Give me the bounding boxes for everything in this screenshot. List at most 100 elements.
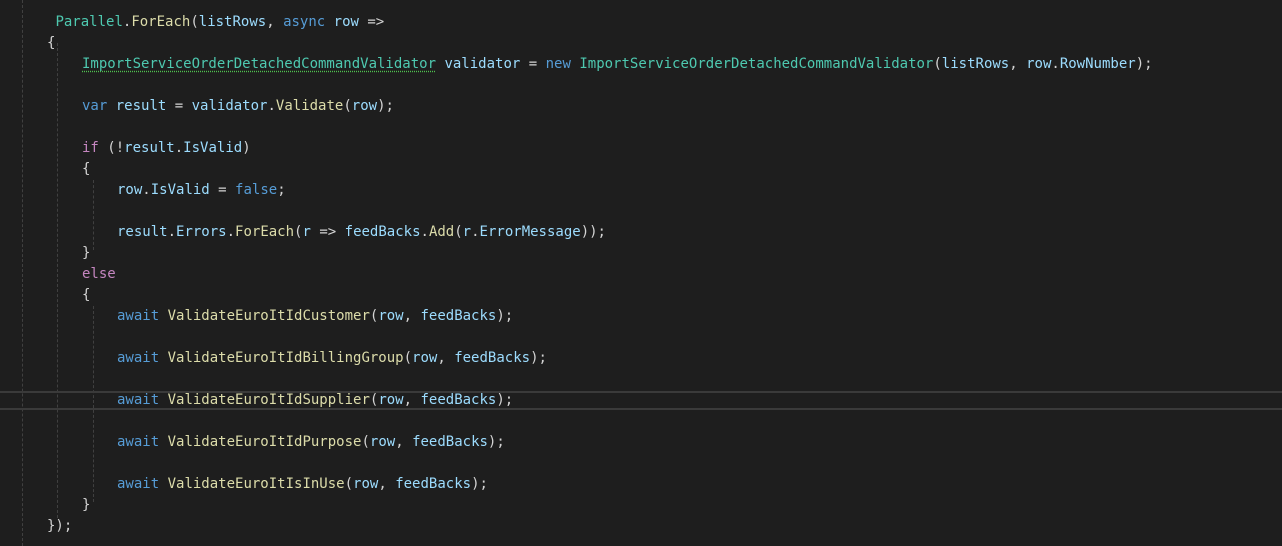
code-line[interactable]: { bbox=[82, 285, 90, 306]
code-line[interactable]: await ValidateEuroItIdBillingGroup(row, … bbox=[117, 348, 547, 369]
code-line[interactable]: if (!result.IsValid) bbox=[82, 138, 251, 159]
code-token: , bbox=[378, 476, 396, 492]
code-token: row bbox=[378, 308, 404, 324]
code-token: ( bbox=[933, 56, 942, 72]
code-token: , bbox=[266, 14, 284, 30]
code-token: validator bbox=[444, 56, 521, 72]
code-line[interactable]: await ValidateEuroItIdCustomer(row, feed… bbox=[117, 306, 513, 327]
code-token: await bbox=[117, 392, 160, 408]
code-line[interactable]: { bbox=[82, 159, 90, 180]
code-token: ValidateEuroItIdSupplier bbox=[167, 392, 370, 408]
code-token: } bbox=[82, 497, 91, 513]
code-token: . bbox=[226, 224, 236, 240]
code-line[interactable]: var result = validator.Validate(row); bbox=[82, 96, 394, 117]
code-token: var bbox=[82, 98, 108, 114]
code-token: )); bbox=[580, 224, 606, 240]
code-token: => bbox=[358, 14, 385, 30]
code-token: = bbox=[520, 56, 546, 72]
code-token: false bbox=[235, 182, 278, 198]
code-token: (! bbox=[98, 140, 125, 156]
code-line[interactable]: } bbox=[82, 243, 90, 264]
code-token: if bbox=[82, 140, 99, 156]
code-token: async bbox=[283, 14, 326, 30]
code-token: feedBacks bbox=[412, 434, 488, 450]
code-line[interactable]: await ValidateEuroItIsInUse(row, feedBac… bbox=[117, 474, 488, 495]
code-token: await bbox=[117, 308, 160, 324]
code-token: . bbox=[267, 98, 276, 114]
code-token: feedBacks bbox=[420, 392, 497, 408]
code-token: ForEach bbox=[235, 224, 295, 240]
code-token: row bbox=[412, 350, 438, 366]
indent-guide-level-1 bbox=[57, 43, 58, 518]
code-token: Validate bbox=[275, 98, 344, 114]
code-token: IsValid bbox=[183, 140, 243, 156]
code-token: ValidateEuroItIsInUse bbox=[167, 476, 345, 492]
code-token: ErrorMessage bbox=[479, 224, 581, 240]
code-token: Errors bbox=[176, 224, 227, 240]
code-token: feedBacks bbox=[344, 224, 421, 240]
code-token: ValidateEuroItIdCustomer bbox=[167, 308, 370, 324]
code-token: row bbox=[378, 392, 404, 408]
code-token: }); bbox=[47, 518, 73, 534]
code-token: ; bbox=[277, 182, 286, 198]
code-token: IsValid bbox=[150, 182, 210, 198]
code-token: result bbox=[124, 140, 175, 156]
code-token: ImportServiceOrderDetachedCommandValidat… bbox=[579, 56, 934, 72]
code-line[interactable]: row.IsValid = false; bbox=[117, 180, 286, 201]
code-token: => bbox=[310, 224, 345, 240]
code-token: listRows bbox=[198, 14, 267, 30]
code-token: ForEach bbox=[131, 14, 191, 30]
code-token: new bbox=[545, 56, 571, 72]
code-token: await bbox=[117, 350, 160, 366]
code-token: = bbox=[166, 98, 192, 114]
code-token: { bbox=[82, 161, 91, 177]
code-line[interactable]: result.Errors.ForEach(r => feedBacks.Add… bbox=[117, 222, 606, 243]
code-line[interactable]: { bbox=[47, 33, 55, 54]
code-token: ( bbox=[190, 14, 199, 30]
code-token: { bbox=[47, 35, 56, 51]
code-token: } bbox=[82, 245, 91, 261]
code-line[interactable]: }); bbox=[47, 516, 72, 537]
code-line[interactable]: Parallel.ForEach(listRows, async row => bbox=[47, 12, 384, 33]
code-token: . bbox=[1051, 56, 1060, 72]
code-token: , bbox=[403, 308, 421, 324]
code-token: = bbox=[209, 182, 236, 198]
code-token: ImportServiceOrderDetachedCommandValidat… bbox=[82, 56, 437, 72]
code-token: , bbox=[395, 434, 413, 450]
indent-guide-outer bbox=[22, 0, 23, 546]
code-line[interactable]: ImportServiceOrderDetachedCommandValidat… bbox=[82, 54, 1153, 75]
code-token: Add bbox=[428, 224, 455, 240]
code-token: ); bbox=[487, 434, 505, 450]
code-token: feedBacks bbox=[420, 308, 497, 324]
code-token: await bbox=[117, 434, 160, 450]
code-token: result bbox=[117, 224, 168, 240]
code-token: validator bbox=[191, 98, 268, 114]
code-token: row bbox=[117, 182, 143, 198]
code-token: listRows bbox=[941, 56, 1010, 72]
code-token: Parallel bbox=[55, 14, 123, 30]
code-line[interactable]: await ValidateEuroItIdPurpose(row, feedB… bbox=[117, 432, 505, 453]
code-token: ); bbox=[1135, 56, 1153, 72]
code-token: ( bbox=[403, 350, 413, 366]
code-editor[interactable]: Parallel.ForEach(listRows, async row =>{… bbox=[0, 0, 1282, 546]
code-line[interactable]: else bbox=[82, 264, 116, 285]
code-line[interactable]: } bbox=[82, 495, 90, 516]
code-token: . bbox=[174, 140, 184, 156]
code-token: row bbox=[353, 476, 379, 492]
code-token: . bbox=[471, 224, 480, 240]
code-token: feedBacks bbox=[454, 350, 531, 366]
code-token: r bbox=[302, 224, 311, 240]
code-line[interactable]: await ValidateEuroItIdSupplier(row, feed… bbox=[117, 390, 513, 411]
code-token: ( bbox=[454, 224, 463, 240]
code-token: ValidateEuroItIdBillingGroup bbox=[167, 350, 404, 366]
code-token: ValidateEuroItIdPurpose bbox=[167, 434, 362, 450]
code-token: , bbox=[1009, 56, 1027, 72]
code-token: ); bbox=[377, 98, 394, 114]
indent-guide-if-block bbox=[93, 180, 94, 250]
